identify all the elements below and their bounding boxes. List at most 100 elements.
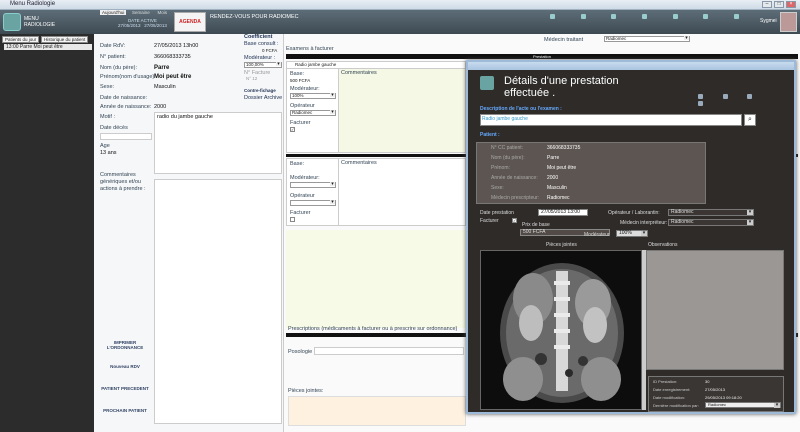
facturer-label: Facturer <box>480 218 499 224</box>
meta-value: 30 <box>705 379 710 384</box>
print-icon[interactable] <box>580 14 586 19</box>
exam-mod-select[interactable]: 100% <box>290 93 336 99</box>
dossier-archive-link[interactable]: Dossier Archive <box>244 95 282 101</box>
dialog-titlebar <box>468 62 794 70</box>
print-ordonnance-button[interactable]: IMPRIMER L'ORDONNANCE <box>100 340 150 350</box>
dialog-print-icon[interactable] <box>698 94 703 99</box>
field-value: Parre <box>547 155 560 161</box>
field-value: 2000 <box>547 175 559 181</box>
medecin-select[interactable]: Radiomec <box>604 36 690 42</box>
observations-field[interactable] <box>646 250 784 370</box>
desc-select[interactable]: Radio jambe gauche <box>480 114 742 126</box>
settings-icon[interactable] <box>703 14 709 19</box>
next-patient-button[interactable]: PROCHAIN PATIENT <box>100 408 150 413</box>
home-icon[interactable] <box>550 14 555 19</box>
counter-label[interactable]: Contre-fichage <box>244 88 276 93</box>
field-label: N° CC patient: <box>491 145 524 151</box>
dialog-edit-icon[interactable] <box>747 94 753 99</box>
sidebar: Patients du jour Historique du patient 1… <box>0 34 94 432</box>
operateur-select[interactable]: Radiomec <box>668 209 754 216</box>
menu-button[interactable]: MENU RADIOLOGIE <box>24 16 55 28</box>
base-consult-value: 0 FCFA <box>262 48 278 53</box>
pieces-jointes-area[interactable] <box>288 396 466 426</box>
exam-base-value: 500 FCFA <box>290 78 311 83</box>
xray-image[interactable] <box>480 250 642 410</box>
tab-week[interactable]: Semaine <box>130 10 152 15</box>
date-active-start: 27/05/2013 <box>118 23 141 28</box>
top-header: MENU RADIOLOGIE Aujourd'hui Semaine Mois… <box>0 10 800 34</box>
motif-field[interactable]: radio du jambe gauche <box>154 112 282 174</box>
meta-info-box: ID Prestation: 30 Date enregistrement: 2… <box>648 376 784 412</box>
field-label: Sexe: <box>491 185 504 191</box>
exam2-mod-label: Modérateur: <box>290 175 320 181</box>
pieces-jointes-label: Pièces jointes: <box>288 388 324 394</box>
interpreteur-label: Médecin interpréteur: <box>620 220 668 226</box>
toolbar-icons <box>550 14 763 21</box>
tab-today[interactable]: Aujourd'hui <box>100 10 127 15</box>
moderateur-select[interactable]: 100% <box>616 230 648 237</box>
coefficient-label: Coefficient <box>244 34 273 40</box>
avatar[interactable] <box>780 12 797 32</box>
field-value: Moi peut être <box>547 165 577 171</box>
exams-label: Examens à facturer <box>286 46 334 52</box>
interpreteur-select[interactable]: Radiomec <box>668 219 754 226</box>
dialog-save-icon[interactable] <box>722 94 728 99</box>
prenom-label: Prénom(nom d'usage) <box>100 74 155 80</box>
exit-icon[interactable] <box>734 14 740 19</box>
edit-icon[interactable] <box>642 14 648 19</box>
annee-naissance-value: 2000 <box>154 104 167 110</box>
new-rdv-label: Nouveau RDV <box>110 364 140 369</box>
meta-label: Date enregistrement: <box>653 387 691 392</box>
facturer-checkbox[interactable]: ✓ <box>512 218 517 223</box>
exam2-base-label: Base: <box>290 161 305 167</box>
exam-base-label: Base: <box>290 71 305 77</box>
exam-title: Radio jambe gauche <box>287 62 465 69</box>
date-deces-input[interactable] <box>100 133 152 140</box>
nom-label: Nom (du père): <box>100 65 137 71</box>
save-icon[interactable] <box>611 14 617 19</box>
previous-patient-label: PATIENT PRECEDENT <box>101 386 149 391</box>
moderateur-select[interactable]: 100,00% <box>244 62 282 68</box>
search-icon[interactable]: ⌕ <box>744 114 756 126</box>
tab-patients-du-jour[interactable]: Patients du jour <box>2 36 40 43</box>
dialog-delete-icon[interactable] <box>698 101 703 106</box>
date-deces-label: Date décès <box>100 125 128 131</box>
exam2-facturer-checkbox[interactable] <box>290 217 295 222</box>
delete-icon[interactable] <box>672 14 678 19</box>
exam2-op-select[interactable] <box>290 200 336 206</box>
patient-panel: Date RdV: 27/05/2013 13h00 N° patient: 3… <box>94 34 284 432</box>
comments-field[interactable] <box>154 179 282 424</box>
new-rdv-button[interactable]: Nouveau RDV <box>100 364 150 369</box>
exam-op-label: Opérateur <box>290 103 315 109</box>
minimize-button[interactable]: – <box>762 1 772 8</box>
maximize-button[interactable]: □ <box>774 1 784 8</box>
medecin-label: Médecin traitant <box>544 37 584 43</box>
age-value: 13 ans <box>100 150 117 156</box>
field-label: Médecin prescripteur: <box>491 195 540 201</box>
meta-label: Dernière modification par: <box>653 403 699 408</box>
motif-value: radio du jambe gauche <box>157 114 213 120</box>
sexe-value: Masculin <box>154 84 176 90</box>
comments-label: Commentaires génériques et/ou actions à … <box>100 172 146 192</box>
agenda-button[interactable]: AGENDA <box>174 12 206 32</box>
posologie-input[interactable] <box>314 347 464 355</box>
date-rdv-label: Date RdV: <box>100 43 126 49</box>
date-prestation-input[interactable]: 27/05/2013 13:00 <box>538 209 588 216</box>
age-label: Age <box>100 143 110 149</box>
exam2-op-label: Opérateur <box>290 193 315 199</box>
tab-month[interactable]: Mois <box>155 10 169 15</box>
exam-facturer-checkbox[interactable]: ✓ <box>290 127 295 132</box>
list-item-name: Parre Moi peut être <box>19 44 63 50</box>
close-button[interactable]: × <box>786 1 796 8</box>
patient-num-value: 366068333735 <box>154 54 191 60</box>
prenom-value: Moi peut être <box>154 74 192 80</box>
meta-label: ID Prestation: <box>653 379 678 384</box>
desc-label: Description de l'acte ou l'examen : <box>480 106 562 112</box>
exam2-mod-select[interactable] <box>290 182 336 188</box>
prestation-bar: Prestation <box>286 54 798 59</box>
tab-historique[interactable]: Historique du patient <box>40 36 89 43</box>
exam-op-select[interactable]: Radiomec <box>290 110 336 116</box>
meta-modified-by-select[interactable]: Radiomec <box>705 402 781 408</box>
previous-patient-button[interactable]: PATIENT PRECEDENT <box>100 386 150 391</box>
list-item[interactable]: 13:00 Parre Moi peut être <box>4 44 92 50</box>
